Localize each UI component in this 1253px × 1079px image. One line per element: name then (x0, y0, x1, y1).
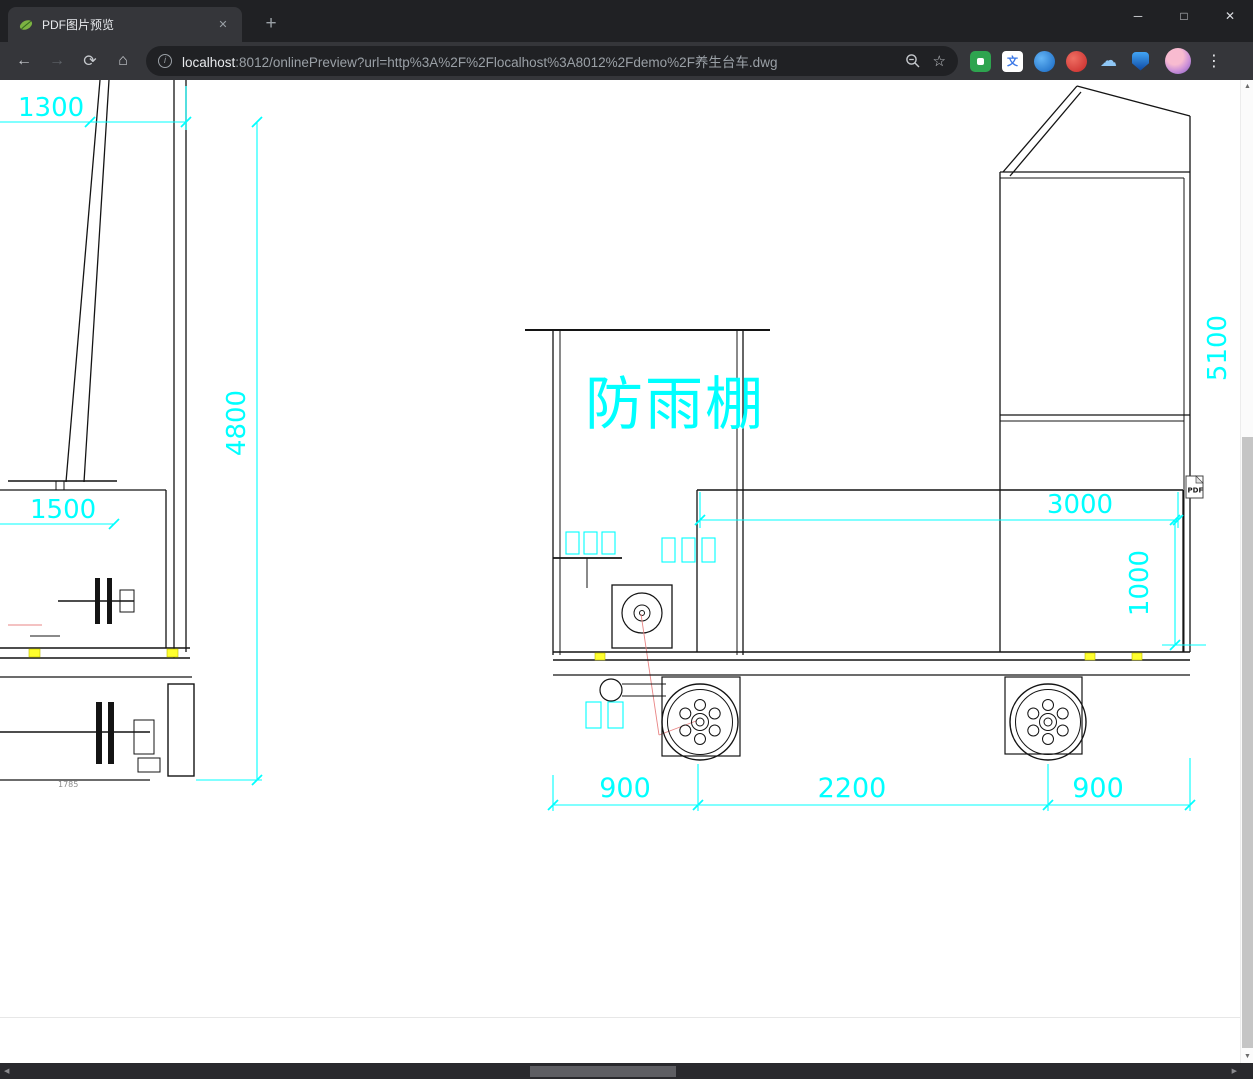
reload-button[interactable]: ⟳ (76, 47, 104, 75)
minimize-button[interactable]: ─ (1115, 0, 1161, 32)
horizontal-scroll-thumb[interactable] (530, 1065, 676, 1077)
zoom-icon[interactable] (905, 53, 921, 69)
green-extension-glyph (977, 57, 984, 65)
browser-menu-icon[interactable]: ⋮ (1203, 51, 1225, 71)
cyan-component-boxes (565, 531, 716, 729)
page-bottom-edge (0, 1017, 1240, 1018)
scroll-up-icon[interactable]: ▲ (1241, 83, 1253, 90)
url-path: :8012/onlinePreview?url=http%3A%2F%2Floc… (235, 55, 778, 70)
new-tab-button[interactable]: + (258, 12, 284, 38)
dim-4800: 4800 (222, 390, 252, 456)
extension-row: 文 ☁ (970, 50, 1151, 72)
shelter-label: 防雨棚 (585, 370, 765, 438)
cloud-extension-icon[interactable]: ☁ (1098, 51, 1119, 72)
browser-tab[interactable]: PDF图片预览 ✕ (8, 7, 242, 42)
url-text[interactable]: localhost:8012/onlinePreview?url=http%3A… (182, 51, 893, 71)
cad-drawing: 1300 4800 1500 1785 防雨棚 3000 1000 5100 9… (0, 80, 1233, 811)
navbar: ← → ⟳ ⌂ i localhost:8012/onlinePreview?u… (0, 42, 1253, 80)
dim-1000: 1000 (1125, 550, 1155, 616)
url-host: localhost (182, 55, 236, 70)
vertical-scroll-thumb[interactable] (1242, 437, 1253, 1048)
address-bar[interactable]: i localhost:8012/onlinePreview?url=http%… (146, 46, 958, 76)
scroll-right-icon[interactable]: ▶ (1232, 1067, 1237, 1075)
leaf-favicon-icon (19, 19, 33, 30)
tab-title: PDF图片预览 (42, 18, 115, 32)
back-button[interactable]: ← (10, 47, 38, 75)
dim-3000: 3000 (1047, 490, 1113, 520)
dim-1300: 1300 (18, 93, 84, 123)
green-extension-icon[interactable] (970, 50, 991, 72)
dim-5100: 5100 (1203, 315, 1233, 381)
forward-button[interactable]: → (43, 47, 71, 75)
site-info-icon[interactable]: i (158, 54, 172, 68)
red-extension-icon[interactable] (1066, 50, 1087, 72)
dim-900-right: 900 (1072, 773, 1124, 804)
close-window-button[interactable]: ✕ (1207, 0, 1253, 32)
dim-1785: 1785 (58, 780, 78, 789)
profile-avatar[interactable] (1165, 48, 1191, 74)
shield-extension-icon[interactable] (1130, 51, 1151, 72)
scroll-left-icon[interactable]: ◀ (4, 1067, 9, 1075)
scroll-down-icon[interactable]: ▼ (1241, 1053, 1253, 1060)
preview-canvas: 1300 4800 1500 1785 防雨棚 3000 1000 5100 9… (0, 80, 1240, 1063)
vertical-scrollbar[interactable]: ▲ ▼ (1240, 80, 1253, 1063)
maximize-button[interactable]: □ (1161, 0, 1207, 32)
home-button[interactable]: ⌂ (109, 47, 137, 75)
dim-2200: 2200 (818, 773, 887, 804)
titlebar: PDF图片预览 ✕ + ─ □ ✕ (0, 0, 1253, 42)
horizontal-scrollbar[interactable]: ◀ ▶ (0, 1063, 1253, 1079)
pdf-badge-label: PDF (1188, 487, 1204, 495)
window-controls: ─ □ ✕ (1115, 0, 1253, 32)
wheel-2 (1009, 683, 1087, 761)
dim-900-left: 900 (599, 773, 651, 804)
translate-extension-icon[interactable]: 文 (1002, 50, 1023, 72)
blue-circle-extension-icon[interactable] (1034, 50, 1055, 72)
right-view: 防雨棚 3000 1000 5100 900 2200 900 (525, 85, 1233, 811)
wheel-1 (661, 683, 739, 761)
dim-1500: 1500 (30, 495, 96, 525)
pdf-export-button[interactable]: PDF (1185, 475, 1204, 499)
left-view: 1300 4800 1500 1785 (0, 80, 263, 789)
tab-close-icon[interactable]: ✕ (214, 16, 232, 34)
bookmark-star-icon[interactable]: ☆ (933, 52, 946, 70)
